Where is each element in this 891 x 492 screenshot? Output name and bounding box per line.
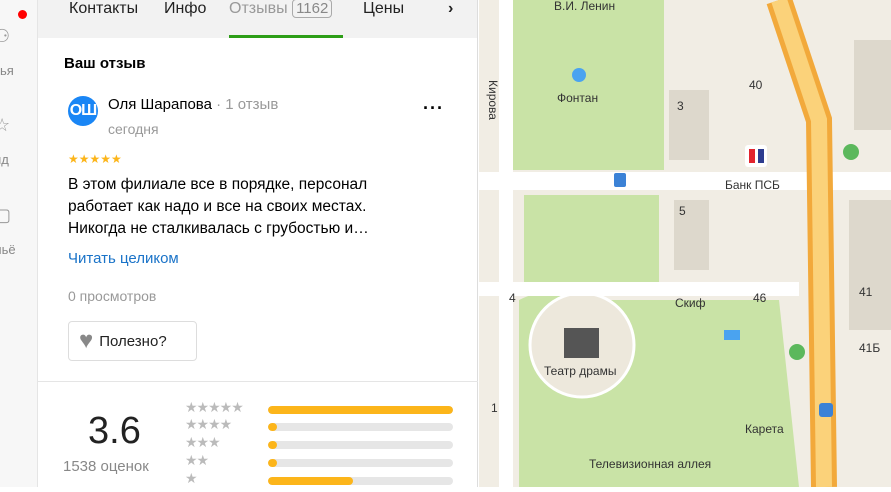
bus-stop-icon[interactable] (614, 173, 626, 187)
people-icon[interactable]: ⚇ (0, 26, 10, 47)
chevron-right-icon[interactable]: › (448, 0, 453, 18)
rating-bar-fill (268, 459, 278, 467)
read-more-link[interactable]: Читать целиком (68, 250, 179, 267)
map-label: Банк ПСБ (725, 178, 780, 192)
useful-button[interactable]: ♥ Полезно? (68, 321, 197, 361)
sidebar-label[interactable]: ид (0, 152, 9, 167)
notification-dot (18, 10, 27, 19)
more-options-icon[interactable]: ··· (423, 98, 444, 119)
stars-icon: ★★★ (185, 434, 221, 450)
house-number: 1 (491, 401, 498, 415)
map-label: Кирова (486, 80, 500, 120)
rating-bar-fill (268, 406, 453, 414)
sidebar-label[interactable]: зья (0, 63, 14, 78)
theatre-icon[interactable] (564, 328, 599, 358)
tab-label: Отзывы (229, 0, 288, 17)
bus-stop-icon[interactable] (819, 403, 833, 417)
left-sidebar: ⚇ зья ☆ ид ▢ льё (0, 0, 38, 487)
stars-icon: ★★ (185, 452, 209, 468)
useful-label: Полезно? (99, 332, 167, 350)
tab-prices[interactable]: Цены (363, 0, 404, 18)
tab-info[interactable]: Инфо (164, 0, 206, 18)
rating-bar-fill (268, 441, 278, 449)
review-count-badge: 1162 (292, 0, 333, 18)
map-label: Карета (745, 422, 784, 436)
star-icon[interactable]: ☆ (0, 115, 10, 136)
stars-icon: ★ (185, 470, 198, 486)
divider (38, 381, 478, 382)
author: Оля Шарапова · 1 отзыв (108, 96, 279, 113)
map-label: Телевизионная аллея (589, 457, 711, 471)
park (499, 0, 664, 170)
building (669, 90, 709, 160)
road (499, 0, 513, 487)
fountain-icon[interactable] (572, 68, 586, 82)
review-stars: ★★★★★ (68, 152, 122, 166)
review-date: сегодня (108, 121, 159, 137)
views-count: 0 просмотров (68, 288, 157, 304)
rating-bar (268, 441, 453, 449)
avatar[interactable]: ОШ (68, 96, 98, 126)
pharmacy-icon[interactable] (789, 344, 805, 360)
map-canvas[interactable]: В.И. Ленин Кирова Фонтан Банк ПСБ Скиф Т… (479, 0, 891, 488)
map[interactable]: В.И. Ленин Кирова Фонтан Банк ПСБ Скиф Т… (479, 0, 891, 488)
pond (724, 330, 740, 340)
pharmacy-icon[interactable] (843, 144, 859, 160)
house-number: 41 (859, 285, 873, 299)
rating-bar-fill (268, 477, 354, 485)
house-number: 5 (679, 204, 686, 218)
house-number: 40 (749, 78, 763, 92)
house-number: 4 (509, 291, 516, 305)
section-title: Ваш отзыв (64, 55, 146, 72)
building (854, 40, 891, 130)
rating-score: 3.6 (88, 410, 141, 452)
heart-icon: ♥ (79, 327, 94, 354)
rating-bar (268, 477, 453, 485)
map-label: В.И. Ленин (554, 0, 615, 13)
house-number: 41Б (859, 341, 880, 355)
rating-bar (268, 459, 453, 467)
org-panel: Контакты Инфо Отзывы 1162 Цены › Ваш отз… (38, 0, 478, 487)
map-label: Фонтан (557, 91, 598, 105)
tab-contacts[interactable]: Контакты (69, 0, 138, 18)
rating-row-2[interactable]: ★★ (185, 452, 455, 470)
tab-bar: Контакты Инфо Отзывы 1162 Цены › (38, 0, 477, 38)
active-tab-indicator (229, 35, 343, 38)
rating-row-1[interactable]: ★ (185, 470, 455, 488)
tab-reviews[interactable]: Отзывы 1162 (229, 0, 333, 18)
park (524, 195, 659, 285)
author-review-count: 1 отзыв (225, 96, 279, 113)
rating-row-4[interactable]: ★★★★ (185, 416, 455, 434)
rating-row-3[interactable]: ★★★ (185, 434, 455, 452)
road (479, 282, 799, 296)
rating-row-5[interactable]: ★★★★★ (185, 399, 455, 417)
author-name[interactable]: Оля Шарапова (108, 96, 212, 113)
rating-bar (268, 423, 453, 431)
rating-bar-fill (268, 423, 278, 431)
stars-icon: ★★★★★ (185, 399, 244, 415)
house-number: 3 (677, 99, 684, 113)
stars-icon: ★★★★ (185, 416, 232, 432)
house-number: 46 (753, 291, 767, 305)
map-label: Скиф (675, 296, 706, 310)
review-text: В этом филиале все в порядке, персонал р… (68, 176, 369, 237)
building (849, 200, 891, 330)
bag-icon[interactable]: ▢ (0, 205, 11, 226)
sidebar-label[interactable]: льё (0, 242, 16, 257)
rating-count: 1538 оценок (63, 458, 149, 475)
rating-bar (268, 406, 453, 414)
map-label: Театр драмы (544, 364, 616, 378)
